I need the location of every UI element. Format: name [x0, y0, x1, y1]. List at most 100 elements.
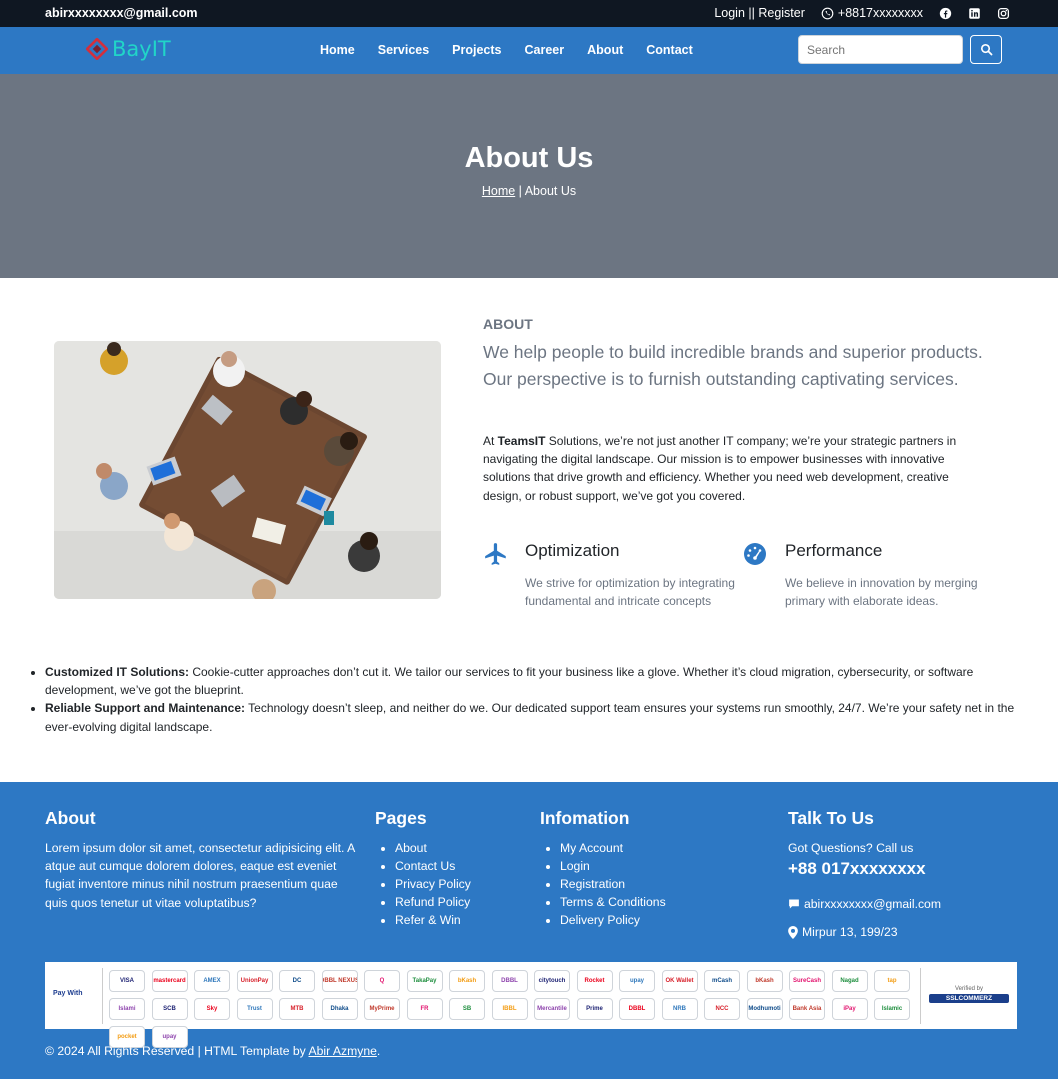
- author-link[interactable]: Abir Azmyne: [308, 1044, 376, 1058]
- logo[interactable]: BayIT: [86, 37, 171, 61]
- payment-logo: Trust: [236, 998, 273, 1020]
- search-input[interactable]: [798, 35, 963, 64]
- instagram-icon[interactable]: [997, 7, 1010, 20]
- nav-career[interactable]: Career: [525, 43, 565, 57]
- payment-logo: UnionPay: [236, 970, 273, 992]
- payment-logo: MTB: [279, 998, 315, 1020]
- list-item: Delivery Policy: [560, 911, 760, 929]
- feature-performance: Performance We believe in innovation by …: [743, 541, 1003, 631]
- feature-title: Performance: [785, 541, 883, 560]
- payment-logo: NCC: [704, 998, 740, 1020]
- footer-link-about[interactable]: About: [395, 841, 427, 855]
- payment-logo: FR: [406, 998, 443, 1020]
- footer-link-account[interactable]: My Account: [560, 841, 623, 855]
- topbar-right: Login || Register +8817xxxxxxxx: [714, 6, 1010, 20]
- footer-info-list: My Account Login Registration Terms & Co…: [540, 839, 760, 929]
- payment-logo: Mercantile: [534, 998, 570, 1020]
- whatsapp-icon: [821, 7, 834, 19]
- payment-logo: VISA: [109, 970, 145, 992]
- list-item: About: [395, 839, 525, 857]
- payment-logo: Q: [364, 970, 400, 992]
- nav-contact[interactable]: Contact: [646, 43, 693, 57]
- payment-logo: DBBL: [619, 998, 655, 1020]
- footer-talk-subtitle: Got Questions? Call us: [788, 841, 914, 855]
- footer-pages-list: About Contact Us Privacy Policy Refund P…: [375, 839, 525, 929]
- about-label: ABOUT: [483, 316, 533, 332]
- feature-title: Optimization: [525, 541, 620, 560]
- top-bar: abirxxxxxxxx@gmail.com Login || Register…: [0, 0, 1058, 27]
- divider: [102, 968, 103, 1024]
- payment-logo: Prime: [576, 998, 613, 1020]
- feature-text: We believe in innovation by merging prim…: [785, 576, 978, 609]
- footer-link-delivery[interactable]: Delivery Policy: [560, 913, 640, 927]
- nav-about[interactable]: About: [587, 43, 623, 57]
- navbar: BayIT Home Services Projects Career Abou…: [0, 27, 1058, 74]
- nav-services[interactable]: Services: [378, 43, 429, 57]
- about-para-prefix: At: [483, 434, 498, 448]
- payment-logo: DBBL: [491, 970, 528, 992]
- footer-link-privacy[interactable]: Privacy Policy: [395, 877, 471, 891]
- payment-logo: iPay: [831, 998, 868, 1020]
- list-item-title: Customized IT Solutions:: [45, 665, 189, 679]
- payment-logo: Rocket: [576, 970, 613, 992]
- chat-icon: [789, 899, 799, 909]
- footer-info-title: Infomation: [540, 808, 630, 828]
- list-item: Refer & Win: [395, 911, 525, 929]
- list-item: Privacy Policy: [395, 875, 525, 893]
- search-button[interactable]: [970, 35, 1002, 64]
- footer-email[interactable]: abirxxxxxxxx@gmail.com: [788, 897, 1018, 911]
- list-item: Refund Policy: [395, 893, 525, 911]
- payment-logo: DC: [279, 970, 315, 992]
- payment-logo: Islami: [109, 998, 145, 1020]
- page-hero: About Us Home | About Us: [0, 74, 1058, 278]
- payment-logo: SB: [449, 998, 485, 1020]
- footer-phone[interactable]: +88 017xxxxxxxx: [788, 859, 1018, 879]
- payment-logo: MyPrime: [364, 998, 400, 1020]
- nav-home[interactable]: Home: [320, 43, 355, 57]
- list-item: Reliable Support and Maintenance: Techno…: [45, 699, 1015, 735]
- payment-logo: Bank Asia: [789, 998, 825, 1020]
- footer-link-refund[interactable]: Refund Policy: [395, 895, 470, 909]
- footer-link-login[interactable]: Login: [560, 859, 590, 873]
- about-paragraph: At TeamsIT Solutions, we’re not just ano…: [483, 432, 983, 505]
- list-item: My Account: [560, 839, 760, 857]
- list-item: Registration: [560, 875, 760, 893]
- map-marker-icon: [788, 925, 798, 939]
- footer-info-column: Infomation My Account Login Registration…: [540, 808, 760, 929]
- payment-logo: OK Wallet: [661, 970, 698, 992]
- linkedin-icon[interactable]: [968, 7, 981, 20]
- payment-logo: TakaPay: [406, 970, 443, 992]
- footer-about-text: Lorem ipsum dolor sit amet, consectetur …: [45, 841, 355, 910]
- payment-logo: AMEX: [194, 970, 230, 992]
- footer-talk-title: Talk To Us: [788, 808, 874, 828]
- payment-logo: NRB: [661, 998, 698, 1020]
- breadcrumb-home-link[interactable]: Home: [482, 184, 515, 198]
- footer-contact-column: Talk To Us Got Questions? Call us +88 01…: [788, 808, 1018, 939]
- footer-link-registration[interactable]: Registration: [560, 877, 625, 891]
- feature-text: We strive for optimization by integratin…: [525, 576, 735, 609]
- payment-logo: SureCash: [789, 970, 825, 992]
- footer: About Lorem ipsum dolor sit amet, consec…: [0, 782, 1058, 1079]
- payment-logo: tap: [874, 970, 910, 992]
- footer-pages-column: Pages About Contact Us Privacy Policy Re…: [375, 808, 525, 929]
- sslcommerz-badge: Verified by SSLCOMMERZ: [929, 986, 1009, 1003]
- facebook-icon[interactable]: [939, 7, 952, 20]
- breadcrumb-current: About Us: [524, 184, 577, 198]
- payment-logo: Islamic: [874, 998, 910, 1020]
- footer-link-terms[interactable]: Terms & Conditions: [560, 895, 666, 909]
- nav-projects[interactable]: Projects: [452, 43, 501, 57]
- about-lead: We help people to build incredible brand…: [483, 342, 983, 389]
- footer-link-refer[interactable]: Refer & Win: [395, 913, 461, 927]
- list-item: Login: [560, 857, 760, 875]
- list-item-title: Reliable Support and Maintenance:: [45, 701, 246, 716]
- login-register-link[interactable]: Login || Register: [714, 6, 805, 20]
- footer-link-contact[interactable]: Contact Us: [395, 859, 455, 873]
- logo-text: BayIT: [112, 37, 171, 61]
- topbar-email[interactable]: abirxxxxxxxx@gmail.com: [45, 6, 198, 20]
- list-item: Customized IT Solutions: Cookie-cutter a…: [45, 663, 1015, 699]
- payment-logo: citytouch: [534, 970, 570, 992]
- topbar-phone[interactable]: +8817xxxxxxxx: [821, 6, 923, 20]
- payment-logo: mastercard: [151, 970, 188, 992]
- gauge-icon: [744, 543, 766, 565]
- payment-logo: mCash: [704, 970, 740, 992]
